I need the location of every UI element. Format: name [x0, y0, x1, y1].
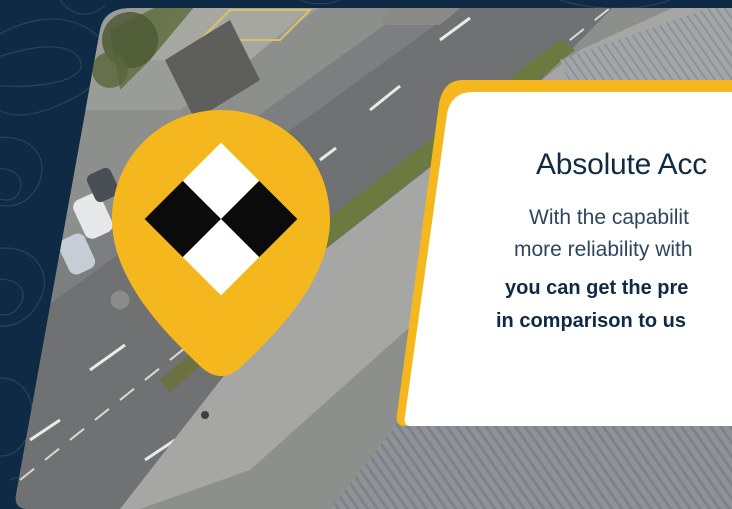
card-body-line-1: With the capabilit	[529, 206, 689, 229]
card-body-line-4: in comparison to us	[496, 310, 687, 332]
card-body-line-2: more reliability with	[514, 238, 693, 261]
card-body-line-3: you can get the pre	[505, 277, 689, 299]
card-title: Absolute Acc	[536, 148, 708, 181]
checkered-marker-icon	[112, 110, 330, 376]
hero-section: Absolute Acc With the capabilit more rel…	[0, 0, 732, 509]
